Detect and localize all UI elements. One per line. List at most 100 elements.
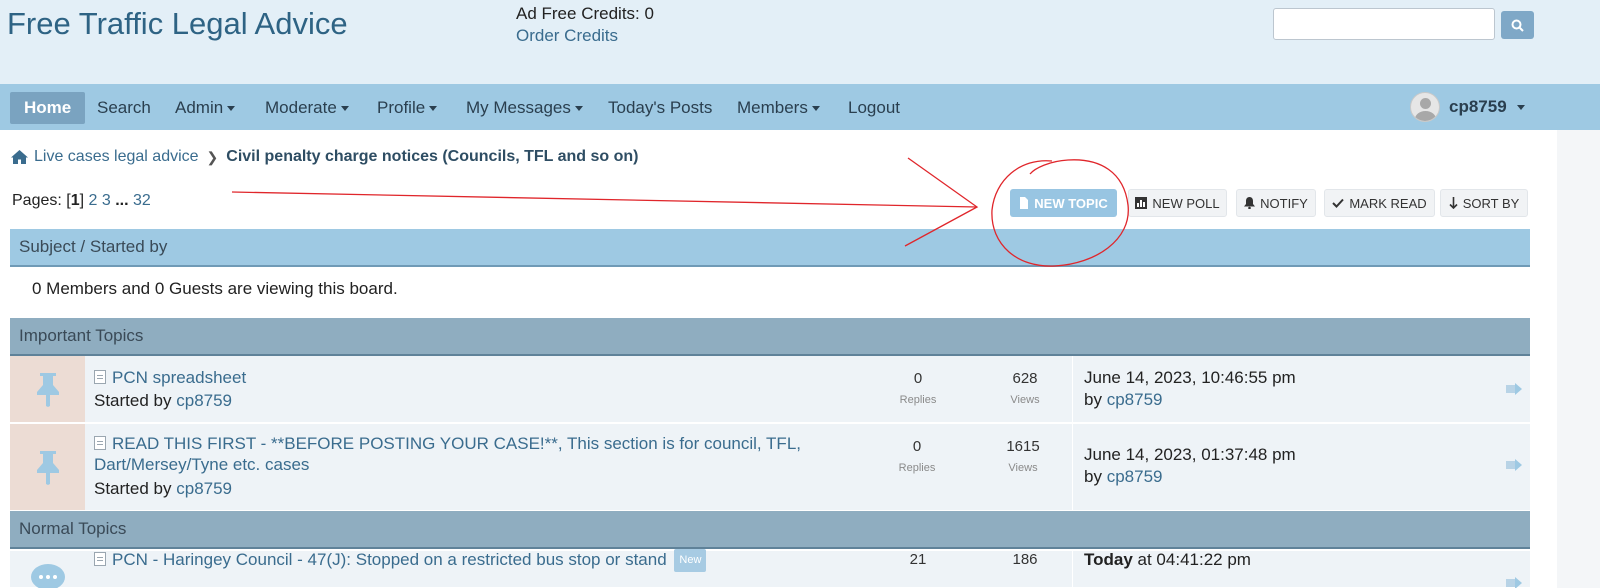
chevron-down-icon bbox=[574, 106, 583, 112]
chevron-down-icon bbox=[1516, 104, 1525, 110]
last-post-author[interactable]: cp8759 bbox=[1107, 467, 1163, 486]
nav-admin[interactable]: Admin bbox=[175, 92, 236, 124]
topic-title-text: READ THIS FIRST - **BEFORE POSTING YOUR … bbox=[94, 434, 801, 474]
right-margin bbox=[1557, 130, 1600, 588]
replies-stat: 0 Replies bbox=[883, 370, 953, 406]
search-icon bbox=[1511, 19, 1524, 32]
views-label: Views bbox=[1010, 394, 1040, 406]
home-icon[interactable] bbox=[10, 149, 29, 165]
by-label: by bbox=[1084, 390, 1102, 409]
pagination: Pages: [1] 2 3 ... 32 bbox=[12, 192, 151, 209]
breadcrumb-parent[interactable]: Live cases legal advice bbox=[34, 148, 199, 166]
nav-moderate[interactable]: Moderate bbox=[265, 92, 349, 124]
topic-title-text: PCN - Haringey Council - 47(J): Stopped … bbox=[112, 550, 667, 569]
document-icon bbox=[94, 552, 106, 566]
topic-started-by: Started by cp8759 bbox=[94, 391, 232, 411]
annotation-arrow-line bbox=[231, 191, 978, 208]
chevron-down-icon bbox=[429, 106, 438, 112]
replies-label: Replies bbox=[899, 394, 937, 406]
mark-read-button[interactable]: MARK READ bbox=[1324, 189, 1435, 217]
nav-profile[interactable]: Profile bbox=[377, 92, 438, 124]
user-menu[interactable]: cp8759 bbox=[1410, 90, 1525, 124]
views-count: 186 bbox=[1012, 551, 1038, 568]
nav-admin-label: Admin bbox=[175, 98, 224, 117]
topic-title[interactable]: READ THIS FIRST - **BEFORE POSTING YOUR … bbox=[94, 433, 814, 475]
new-topic-button[interactable]: NEW TOPIC bbox=[1010, 189, 1117, 217]
last-post-author[interactable]: cp8759 bbox=[1107, 390, 1163, 409]
nav-members-label: Members bbox=[737, 98, 808, 117]
breadcrumb: Live cases legal advice ❯ Civil penalty … bbox=[10, 148, 639, 166]
started-by-label: Started by bbox=[94, 391, 172, 410]
page-link-last[interactable]: 32 bbox=[133, 192, 151, 209]
important-topics-header: Important Topics bbox=[10, 318, 1530, 356]
chevron-right-icon: ❯ bbox=[206, 148, 219, 165]
chat-bubble-icon bbox=[31, 564, 65, 588]
username: cp8759 bbox=[1449, 97, 1507, 116]
last-post-icon[interactable] bbox=[1506, 459, 1522, 471]
nav-home[interactable]: Home bbox=[10, 92, 86, 124]
pages-label: Pages: bbox=[12, 192, 62, 209]
viewing-info: 0 Members and 0 Guests are viewing this … bbox=[32, 279, 398, 298]
chevron-down-icon bbox=[811, 106, 820, 112]
poll-icon bbox=[1135, 197, 1148, 209]
topic-title[interactable]: PCN - Haringey Council - 47(J): Stopped … bbox=[94, 549, 707, 572]
chevron-down-icon bbox=[227, 106, 236, 112]
topic-row: PCN - Haringey Council - 47(J): Stopped … bbox=[10, 549, 1530, 588]
nav-moderate-label: Moderate bbox=[265, 98, 337, 117]
last-post-day: Today bbox=[1084, 550, 1133, 569]
search-button[interactable] bbox=[1501, 11, 1534, 39]
nav-search[interactable]: Search bbox=[97, 92, 151, 124]
document-icon bbox=[94, 370, 106, 384]
document-icon bbox=[94, 436, 106, 450]
nav-todays-posts[interactable]: Today's Posts bbox=[608, 92, 712, 124]
new-poll-label: NEW POLL bbox=[1152, 195, 1220, 211]
topic-title[interactable]: PCN spreadsheet bbox=[94, 367, 246, 388]
notify-button[interactable]: NOTIFY bbox=[1236, 189, 1316, 217]
last-post: June 14, 2023, 10:46:55 pm by cp8759 bbox=[1084, 367, 1296, 411]
last-post-icon[interactable] bbox=[1506, 577, 1522, 588]
divider bbox=[1072, 424, 1073, 510]
sort-by-label: SORT BY bbox=[1462, 195, 1520, 211]
pin-icon bbox=[36, 373, 59, 407]
last-post-date: June 14, 2023, 01:37:48 pm bbox=[1084, 445, 1296, 464]
topic-started-by: Started by cp8759 bbox=[94, 479, 232, 499]
views-count: 628 bbox=[1012, 370, 1038, 387]
notify-label: NOTIFY bbox=[1260, 195, 1308, 211]
topic-author[interactable]: cp8759 bbox=[176, 391, 232, 410]
page-link-2[interactable]: 2 bbox=[89, 192, 98, 209]
last-post-icon[interactable] bbox=[1506, 383, 1522, 395]
replies-count: 0 bbox=[912, 438, 922, 455]
page-link-3[interactable]: 3 bbox=[102, 192, 111, 209]
nav-members[interactable]: Members bbox=[737, 92, 820, 124]
new-poll-button[interactable]: NEW POLL bbox=[1128, 189, 1227, 217]
sort-by-button[interactable]: SORT BY bbox=[1440, 189, 1528, 217]
replies-count: 21 bbox=[909, 551, 927, 568]
topic-title-text: PCN spreadsheet bbox=[112, 368, 247, 387]
nav-my-messages[interactable]: My Messages bbox=[466, 92, 583, 124]
pin-cell bbox=[10, 356, 85, 422]
site-title[interactable]: Free Traffic Legal Advice bbox=[7, 6, 348, 42]
search-input[interactable] bbox=[1273, 8, 1495, 40]
current-page: 1 bbox=[70, 192, 80, 209]
nav-logout[interactable]: Logout bbox=[848, 92, 900, 124]
pin-icon bbox=[36, 451, 59, 485]
credits-block: Ad Free Credits: 0 Order Credits bbox=[516, 3, 654, 47]
last-post: June 14, 2023, 01:37:48 pm by cp8759 bbox=[1084, 444, 1296, 488]
bell-icon bbox=[1244, 197, 1256, 209]
chevron-down-icon bbox=[340, 106, 349, 112]
subject-header[interactable]: Subject / Started by bbox=[10, 229, 1530, 267]
views-stat: 628 Views bbox=[990, 370, 1060, 406]
topic-row: READ THIS FIRST - **BEFORE POSTING YOUR … bbox=[10, 424, 1530, 511]
breadcrumb-current[interactable]: Civil penalty charge notices (Councils, … bbox=[226, 148, 638, 166]
replies-count: 0 bbox=[913, 370, 923, 387]
mark-read-label: MARK READ bbox=[1349, 195, 1427, 211]
topic-author[interactable]: cp8759 bbox=[176, 479, 232, 498]
divider bbox=[1072, 356, 1073, 422]
main-nav: Home Search Admin Moderate Profile My Me… bbox=[0, 84, 1600, 130]
site-header: Free Traffic Legal Advice Ad Free Credit… bbox=[0, 0, 1600, 84]
new-badge: New bbox=[674, 549, 707, 572]
started-by-label: Started by bbox=[94, 479, 172, 498]
order-credits-link[interactable]: Order Credits bbox=[516, 25, 654, 47]
views-stat: 1615 Views bbox=[988, 438, 1058, 474]
views-label: Views bbox=[1008, 462, 1038, 474]
